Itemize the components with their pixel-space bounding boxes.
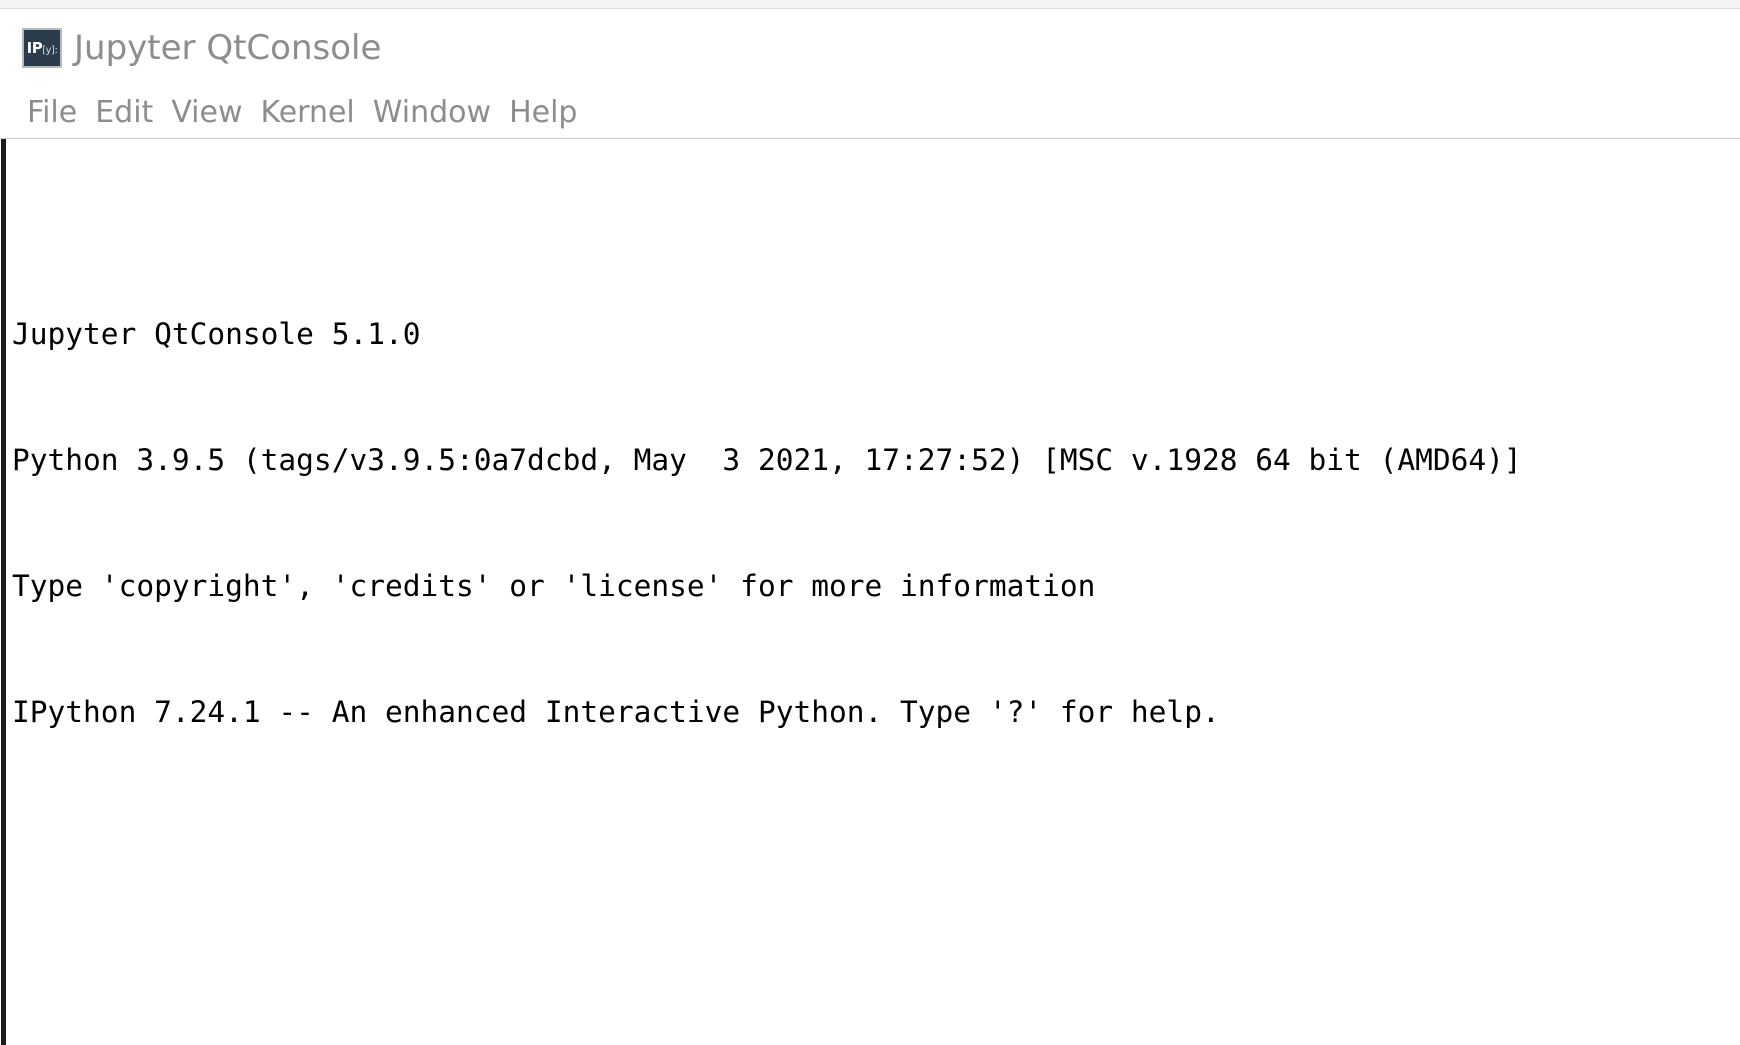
menu-bar[interactable]: File Edit View Kernel Window Help xyxy=(0,87,1740,139)
window-title: Jupyter QtConsole xyxy=(74,28,382,68)
window-top-frame xyxy=(0,0,1740,9)
banner-text-2: Python 3.9.5 (tags/v3.9.5:0a7dcbd, May 3… xyxy=(12,443,1522,477)
banner-line-1: Jupyter QtConsole 5.1.0 xyxy=(12,313,1740,355)
menu-window[interactable]: Window xyxy=(364,97,500,128)
app-icon-sub-text: [y]: xyxy=(42,44,58,56)
banner-text-4: IPython 7.24.1 -- An enhanced Interactiv… xyxy=(12,695,1220,729)
menu-view[interactable]: View xyxy=(162,97,251,128)
console-scrollbar[interactable] xyxy=(0,139,7,1045)
menu-file[interactable]: File xyxy=(18,97,86,128)
banner-text-3: Type 'copyright', 'credits' or 'license'… xyxy=(12,569,1096,603)
title-bar: IP[y]: Jupyter QtConsole xyxy=(0,9,1740,87)
ipython-logo-icon: IP[y]: xyxy=(22,28,62,68)
console-area[interactable]: Jupyter QtConsole 5.1.0 Python 3.9.5 (ta… xyxy=(0,139,1740,1045)
scrollbar-thumb[interactable] xyxy=(1,139,6,1045)
menu-edit[interactable]: Edit xyxy=(86,97,162,128)
jupyter-qtconsole-window: IP[y]: Jupyter QtConsole File Edit View … xyxy=(0,0,1740,1045)
menu-kernel[interactable]: Kernel xyxy=(252,97,364,128)
banner-line-3: Type 'copyright', 'credits' or 'license'… xyxy=(12,565,1740,607)
app-icon-main-text: IP xyxy=(26,38,43,57)
menu-help[interactable]: Help xyxy=(500,97,586,128)
banner-line-4: IPython 7.24.1 -- An enhanced Interactiv… xyxy=(12,691,1740,733)
banner-text-1: Jupyter QtConsole 5.1.0 xyxy=(12,317,421,351)
console-output-text[interactable]: Jupyter QtConsole 5.1.0 Python 3.9.5 (ta… xyxy=(7,139,1740,1045)
banner-line-2: Python 3.9.5 (tags/v3.9.5:0a7dcbd, May 3… xyxy=(12,439,1740,481)
